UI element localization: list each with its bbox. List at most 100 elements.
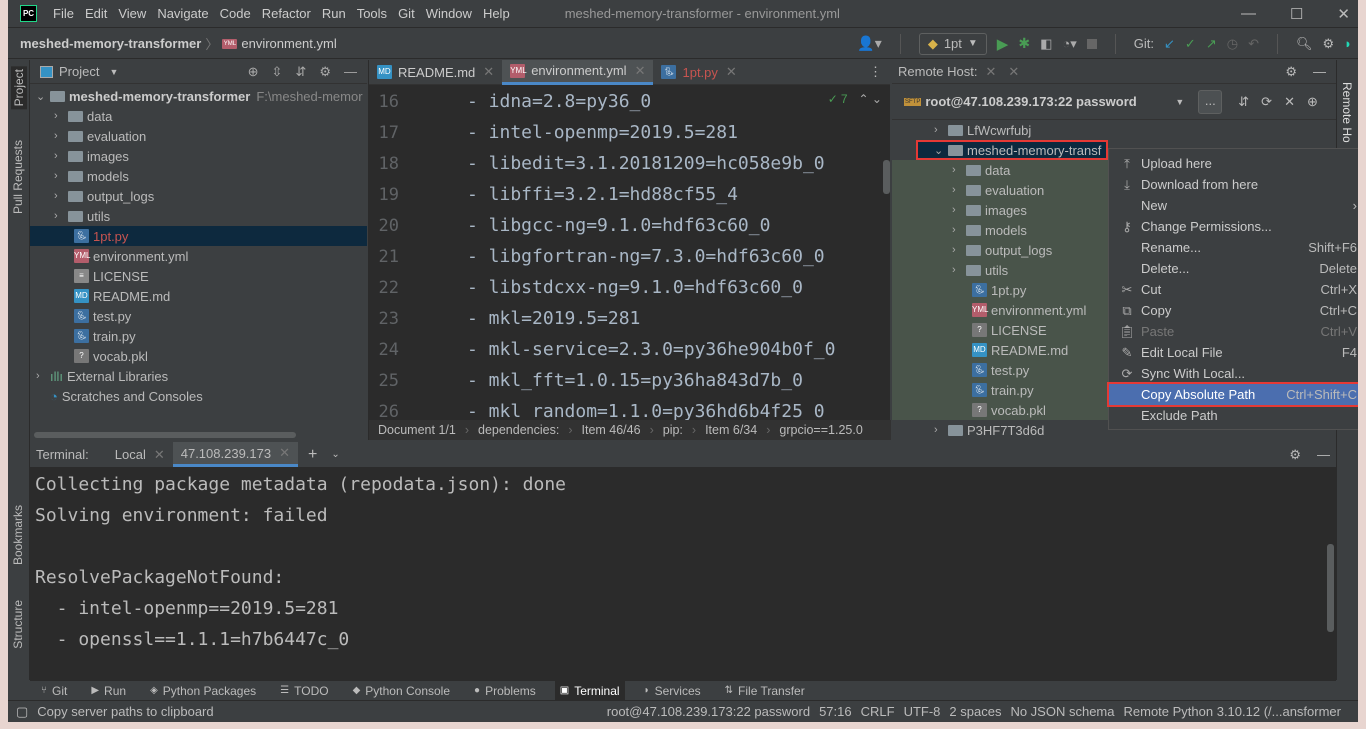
git-commit-icon[interactable]: ✓ — [1185, 36, 1196, 52]
remote-folder[interactable]: › LfWcwrfubj — [892, 120, 1336, 140]
project-panel-title[interactable]: Project — [59, 64, 99, 79]
code-line[interactable]: 26- mkl_random=1.1.0=py36hd6b4f25_0 — [369, 396, 890, 420]
tree-file[interactable]: 🐍︎ 1pt.py — [30, 226, 367, 246]
tree-folder[interactable]: › utils — [30, 206, 367, 226]
menu-item-delete[interactable]: Delete... Delete — [1109, 258, 1358, 279]
menu-item-sync-with-local[interactable]: ⟳ Sync With Local... — [1109, 363, 1358, 384]
editor-tab[interactable]: MD README.md ✕ — [369, 60, 502, 85]
close-tab-icon[interactable]: ✕ — [635, 63, 646, 79]
strip-tab-bookmarks[interactable]: Bookmarks — [11, 505, 25, 565]
menu-navigate[interactable]: Navigate — [157, 6, 208, 21]
menu-item-download-from-here[interactable]: ⤓ Download from here — [1109, 174, 1358, 195]
minimize-button[interactable]: — — [1241, 5, 1256, 22]
close-tab-icon[interactable]: ✕ — [154, 447, 165, 463]
tab-options-icon[interactable]: ⋮ — [869, 64, 882, 80]
code-line[interactable]: 16- idna=2.8=py36_0 — [369, 86, 890, 117]
jetbrains-icon[interactable]: ◗ — [1344, 36, 1352, 51]
code-line[interactable]: 25- mkl_fft=1.0.15=py36ha843d7b_0 — [369, 365, 890, 396]
terminal-scrollbar[interactable] — [1327, 544, 1334, 632]
tree-file[interactable]: ≡ LICENSE — [30, 266, 367, 286]
tree-file[interactable]: YML environment.yml — [30, 246, 367, 266]
menu-help[interactable]: Help — [483, 6, 510, 21]
tree-root[interactable]: ⌄ meshed-memory-transformer F:\meshed-memo… — [30, 86, 367, 106]
breadcrumb-item[interactable]: grpcio==1.25.0 — [779, 423, 862, 437]
code-line[interactable]: 20- libgcc-ng=9.1.0=hdf63c60_0 — [369, 210, 890, 241]
code-line[interactable]: 22- libstdcxx-ng=9.1.0=hdf63c60_0 — [369, 272, 890, 303]
horizontal-scrollbar[interactable] — [34, 432, 296, 438]
close-tab-icon[interactable]: ✕ — [985, 64, 996, 80]
tool-tab-python-packages[interactable]: ◈ Python Packages — [145, 681, 261, 701]
remote-folder-selected[interactable]: ⌄ meshed-memory-transf — [916, 140, 1108, 160]
hide-icon[interactable]: — — [1313, 64, 1326, 79]
strip-tab-pull-requests[interactable]: Pull Requests — [11, 140, 25, 214]
history-icon[interactable]: ◷ — [1227, 36, 1238, 52]
settings-icon[interactable]: ⚙ — [1289, 447, 1301, 463]
editor-scrollbar[interactable] — [883, 160, 890, 194]
close-button[interactable]: ✕ — [1337, 5, 1350, 23]
tree-folder[interactable]: › output_logs — [30, 186, 367, 206]
expand-all-icon[interactable]: ⇳ — [272, 64, 283, 80]
tool-tab-run[interactable]: ▶ Run — [86, 681, 131, 701]
hide-icon[interactable]: — — [344, 64, 357, 79]
menu-view[interactable]: View — [118, 6, 146, 21]
gear-icon[interactable]: ⚙ — [319, 64, 331, 80]
status-item[interactable]: UTF-8 — [904, 704, 941, 719]
strip-tab-structure[interactable]: Structure — [11, 600, 25, 649]
tree-folder[interactable]: › models — [30, 166, 367, 186]
editor-tab[interactable]: 🐍︎ 1pt.py ✕ — [653, 60, 744, 85]
tool-tab-problems[interactable]: ● Problems — [469, 681, 541, 701]
remote-host-select[interactable]: root@47.108.239.173:22 password — [925, 94, 1175, 109]
menu-edit[interactable]: Edit — [85, 6, 107, 21]
git-update-icon[interactable]: ↙ — [1164, 36, 1175, 52]
menu-refactor[interactable]: Refactor — [262, 6, 311, 21]
menu-item-new[interactable]: New › — [1109, 195, 1358, 216]
status-item[interactable]: root@47.108.239.173:22 password — [607, 704, 810, 719]
tool-tab-terminal[interactable]: ▣ Terminal — [554, 680, 625, 701]
tool-tab-python-console[interactable]: ◆ Python Console — [348, 681, 455, 701]
collapse-icon[interactable]: ⇵ — [1238, 94, 1249, 110]
tree-folder[interactable]: › data — [30, 106, 367, 126]
breadcrumb-item[interactable]: pip: — [663, 423, 683, 437]
debug-icon[interactable]: ✱ — [1018, 35, 1030, 52]
tree-scratches[interactable]: ◔ Scratches and Consoles — [30, 386, 367, 406]
menu-item-exclude-path[interactable]: Exclude Path — [1109, 405, 1358, 426]
run-icon[interactable]: ▶ — [997, 35, 1009, 53]
terminal-tab[interactable]: Local ✕ — [107, 442, 173, 467]
profile-icon[interactable]: ◔▾ — [1062, 36, 1076, 52]
status-item[interactable]: No JSON schema — [1010, 704, 1114, 719]
status-item[interactable]: 57:16 — [819, 704, 852, 719]
tree-file[interactable]: ? vocab.pkl — [30, 346, 367, 366]
menu-file[interactable]: File — [53, 6, 74, 21]
tree-file[interactable]: 🐍︎ test.py — [30, 306, 367, 326]
status-item[interactable]: CRLF — [861, 704, 895, 719]
editor-tab[interactable]: YML environment.yml ✕ — [502, 59, 654, 85]
status-item[interactable]: Remote Python 3.10.12 (/...ansformer — [1124, 704, 1342, 719]
code-line[interactable]: 21- libgfortran-ng=7.3.0=hdf63c60_0 — [369, 241, 890, 272]
status-toggle-icon[interactable]: ▢ — [16, 704, 28, 720]
tree-external-libraries[interactable]: › ıllı External Libraries — [30, 366, 367, 386]
terminal-tab[interactable]: 47.108.239.173 ✕ — [172, 442, 299, 467]
more-button[interactable]: ... — [1198, 89, 1223, 114]
menu-window[interactable]: Window — [426, 6, 472, 21]
tool-tab-services[interactable]: ◗ Services — [639, 681, 706, 701]
menu-item-edit-local-file[interactable]: ✎ Edit Local File F4 — [1109, 342, 1358, 363]
tabs-dropdown-icon[interactable]: ⌄ — [331, 449, 339, 460]
locate-icon[interactable]: ⊕ — [1307, 94, 1318, 110]
git-push-icon[interactable]: ↗ — [1206, 36, 1217, 52]
menu-code[interactable]: Code — [220, 6, 251, 21]
close-tab-icon[interactable]: ✕ — [483, 64, 494, 80]
menu-item-change-permissions[interactable]: ⚷ Change Permissions... — [1109, 216, 1358, 237]
tool-tab-file-transfer[interactable]: ⇅ File Transfer — [720, 681, 810, 701]
tool-tab-todo[interactable]: ☰ TODO — [275, 681, 333, 701]
disconnect-icon[interactable]: ✕ — [1284, 94, 1295, 110]
coverage-icon[interactable]: ◧ — [1040, 36, 1052, 52]
new-tab-icon[interactable]: + — [308, 446, 317, 464]
tree-folder[interactable]: › images — [30, 146, 367, 166]
code-line[interactable]: 24- mkl-service=2.3.0=py36he904b0f_0 — [369, 334, 890, 365]
close-icon[interactable]: ✕ — [1008, 64, 1019, 80]
strip-tab-project[interactable]: Project — [11, 66, 27, 110]
menu-git[interactable]: Git — [398, 6, 415, 21]
menu-item-paste[interactable]: 📋︎ Paste Ctrl+V — [1109, 321, 1358, 342]
breadcrumb-item[interactable]: dependencies: — [478, 423, 559, 437]
settings-icon[interactable]: ⚙ — [1322, 36, 1334, 52]
